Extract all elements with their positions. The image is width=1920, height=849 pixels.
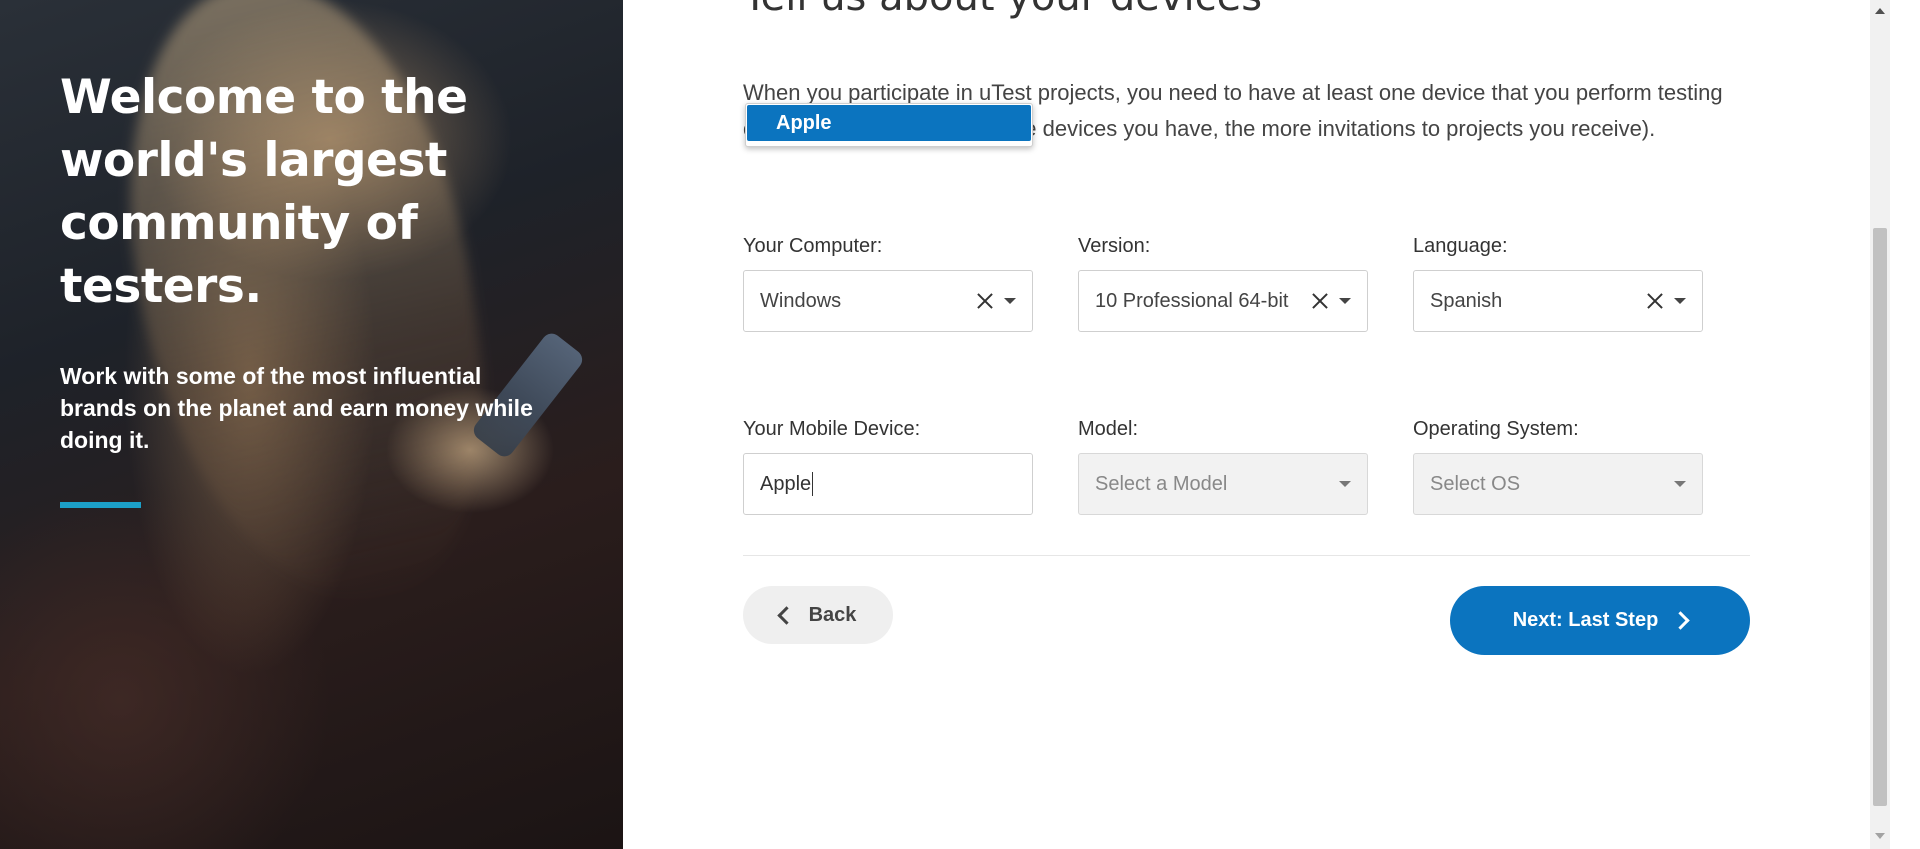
back-button-label: Back <box>808 603 857 626</box>
os-placeholder: Select OS <box>1430 472 1521 495</box>
mobile-device-input[interactable]: Apple <box>743 453 1033 515</box>
os-select[interactable]: Select OS <box>1413 453 1703 515</box>
chevron-left-icon <box>776 605 796 625</box>
next-button-label: Next: Last Step <box>1512 609 1659 631</box>
os-label: Operating System: <box>1413 418 1579 440</box>
computer-label: Your Computer: <box>743 235 883 257</box>
model-placeholder: Select a Model <box>1095 472 1228 495</box>
clear-icon[interactable] <box>1311 292 1329 310</box>
mobile-device-label: Your Mobile Device: <box>743 418 921 440</box>
version-label: Version: <box>1078 235 1151 257</box>
hero-title: Welcome to the world's largest community… <box>60 70 468 314</box>
hero-subtitle: Work with some of the most influential b… <box>60 363 533 453</box>
hero-panel: Welcome to the world's largest community… <box>0 0 623 849</box>
clear-icon[interactable] <box>976 292 994 310</box>
scroll-down-arrow-icon[interactable] <box>1875 833 1885 839</box>
computer-value: Windows <box>760 289 842 312</box>
text-cursor <box>812 472 814 496</box>
chevron-down-icon[interactable] <box>1339 298 1351 304</box>
scrollbar-thumb[interactable] <box>1873 228 1887 806</box>
model-label: Model: <box>1078 418 1139 440</box>
clear-icon[interactable] <box>1646 292 1664 310</box>
computer-select[interactable]: Windows <box>743 270 1033 332</box>
language-label: Language: <box>1413 235 1508 257</box>
device-form: Tell us about your devices When you part… <box>623 0 1870 849</box>
version-value: 10 Professional 64-bit <box>1095 289 1289 312</box>
chevron-down-icon[interactable] <box>1674 298 1686 304</box>
language-value: Spanish <box>1430 289 1503 312</box>
chevron-right-icon <box>1671 611 1690 630</box>
back-button[interactable]: Back <box>743 586 893 644</box>
chevron-down-icon[interactable] <box>1339 481 1351 487</box>
version-select[interactable]: 10 Professional 64-bit <box>1078 270 1368 332</box>
mobile-device-dropdown: Apple <box>745 103 1033 147</box>
form-divider <box>743 555 1750 556</box>
page-scrollbar[interactable] <box>1870 0 1890 849</box>
language-select[interactable]: Spanish <box>1413 270 1703 332</box>
mobile-device-value: Apple <box>760 472 812 495</box>
page-title: Tell us about your devices <box>743 0 1262 20</box>
chevron-down-icon[interactable] <box>1674 481 1686 487</box>
chevron-down-icon[interactable] <box>1004 298 1016 304</box>
next-button[interactable]: Next: Last Step <box>1450 586 1750 655</box>
model-select[interactable]: Select a Model <box>1078 453 1368 515</box>
hero-accent-bar <box>60 502 141 508</box>
scroll-up-arrow-icon[interactable] <box>1875 8 1885 14</box>
dropdown-option[interactable]: Apple <box>747 105 1031 141</box>
